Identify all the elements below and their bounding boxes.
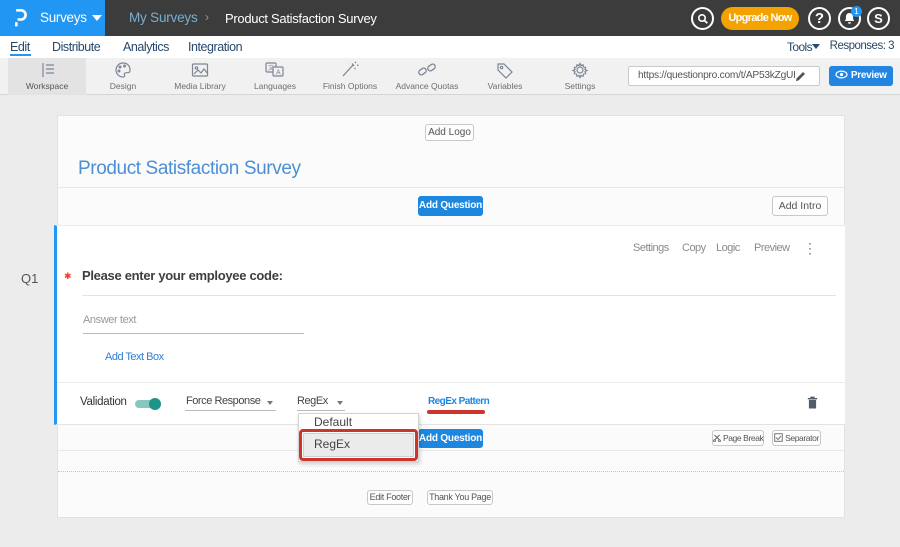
svg-text:文: 文: [268, 64, 274, 72]
svg-text:A: A: [276, 70, 281, 77]
